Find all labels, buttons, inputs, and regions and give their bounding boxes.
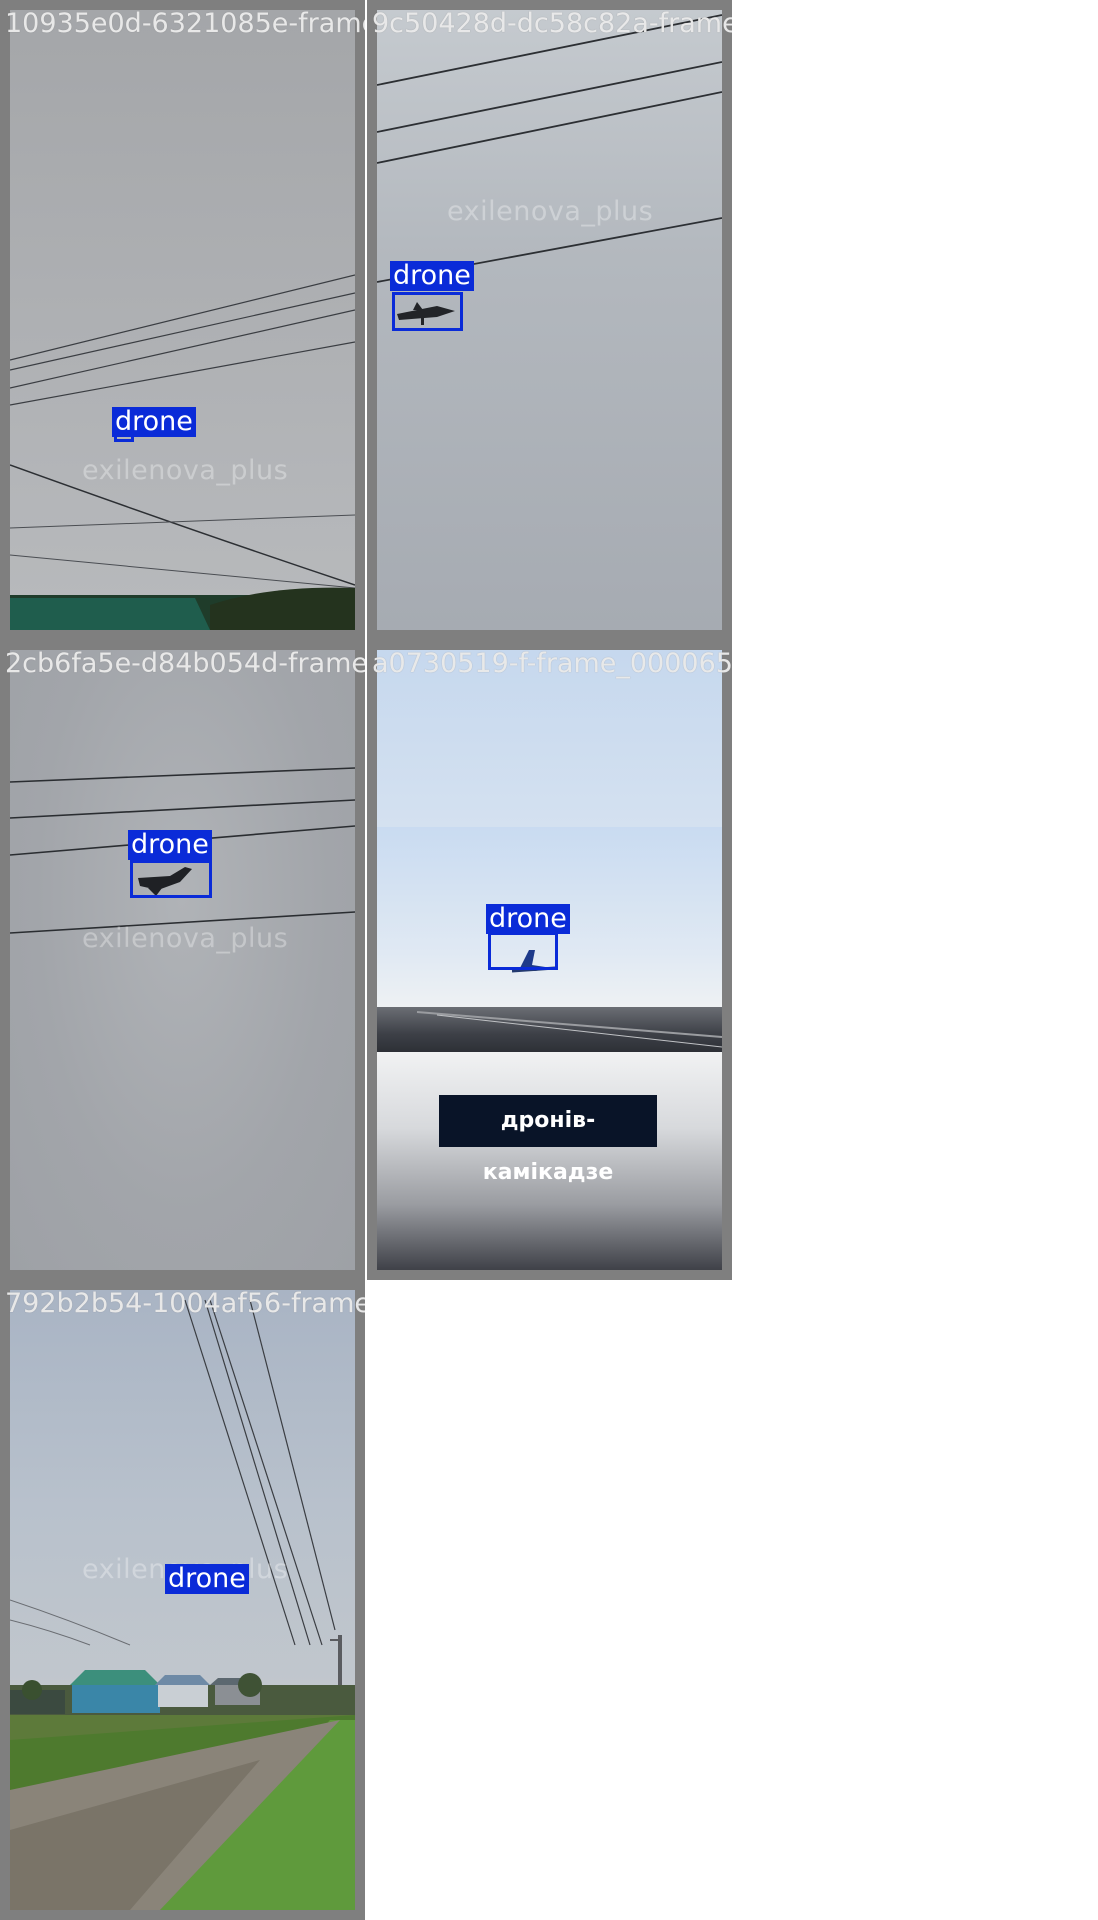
photo-2: exilenova_plus drone xyxy=(377,10,722,630)
filename-3: 2cb6fa5e-d84b054d-frame_000306.jpg xyxy=(5,648,365,679)
watermark-3: exilenova_plus xyxy=(82,923,289,954)
detection-label-3: drone xyxy=(128,830,212,860)
image-tile-1: exilenova_plus drone 10935e0d-6321085e-f… xyxy=(0,0,365,640)
watermark-1: exilenova_plus xyxy=(82,455,289,486)
filename-5: 792b2b54-1004af56-frame_000456.jpg xyxy=(5,1288,365,1319)
photo-5: exilenova_plus drone xyxy=(10,1290,355,1910)
filename-4: a0730519-f-frame_000065.jpg xyxy=(372,648,732,679)
detection-box-4 xyxy=(488,932,558,970)
detection-label-2: drone xyxy=(390,261,474,291)
subtitle-banner: дронів-камікадзе xyxy=(439,1095,657,1185)
power-lines-1 xyxy=(10,274,355,630)
filename-2: 9c50428d-dc58c82a-frame_000235.jpg xyxy=(372,8,732,39)
image-tile-2: exilenova_plus drone 9c50428d-dc58c82a-f… xyxy=(367,0,732,640)
filename-1: 10935e0d-6321085e-frame_000126.jpg xyxy=(5,8,365,39)
image-tile-5: exilenova_plus drone 792b2b54-1004af56-f… xyxy=(0,1280,365,1920)
photo-1: exilenova_plus drone xyxy=(10,10,355,630)
detection-label-1: drone xyxy=(112,407,196,437)
watermark-2: exilenova_plus xyxy=(447,196,654,227)
photo-4: drone дронів-камікадзе xyxy=(377,650,722,1270)
photo-3: exilenova_plus drone xyxy=(10,650,355,1270)
detection-box-2 xyxy=(392,292,463,331)
detection-label-4: drone xyxy=(486,904,570,934)
detection-label-5: drone xyxy=(165,1564,249,1594)
detection-box-3 xyxy=(130,860,212,898)
scene-5 xyxy=(10,1299,355,1910)
power-lines-3 xyxy=(10,767,355,934)
image-tile-4: drone дронів-камікадзе a0730519-f-frame_… xyxy=(367,640,732,1280)
image-tile-3: exilenova_plus drone 2cb6fa5e-d84b054d-f… xyxy=(0,640,365,1280)
